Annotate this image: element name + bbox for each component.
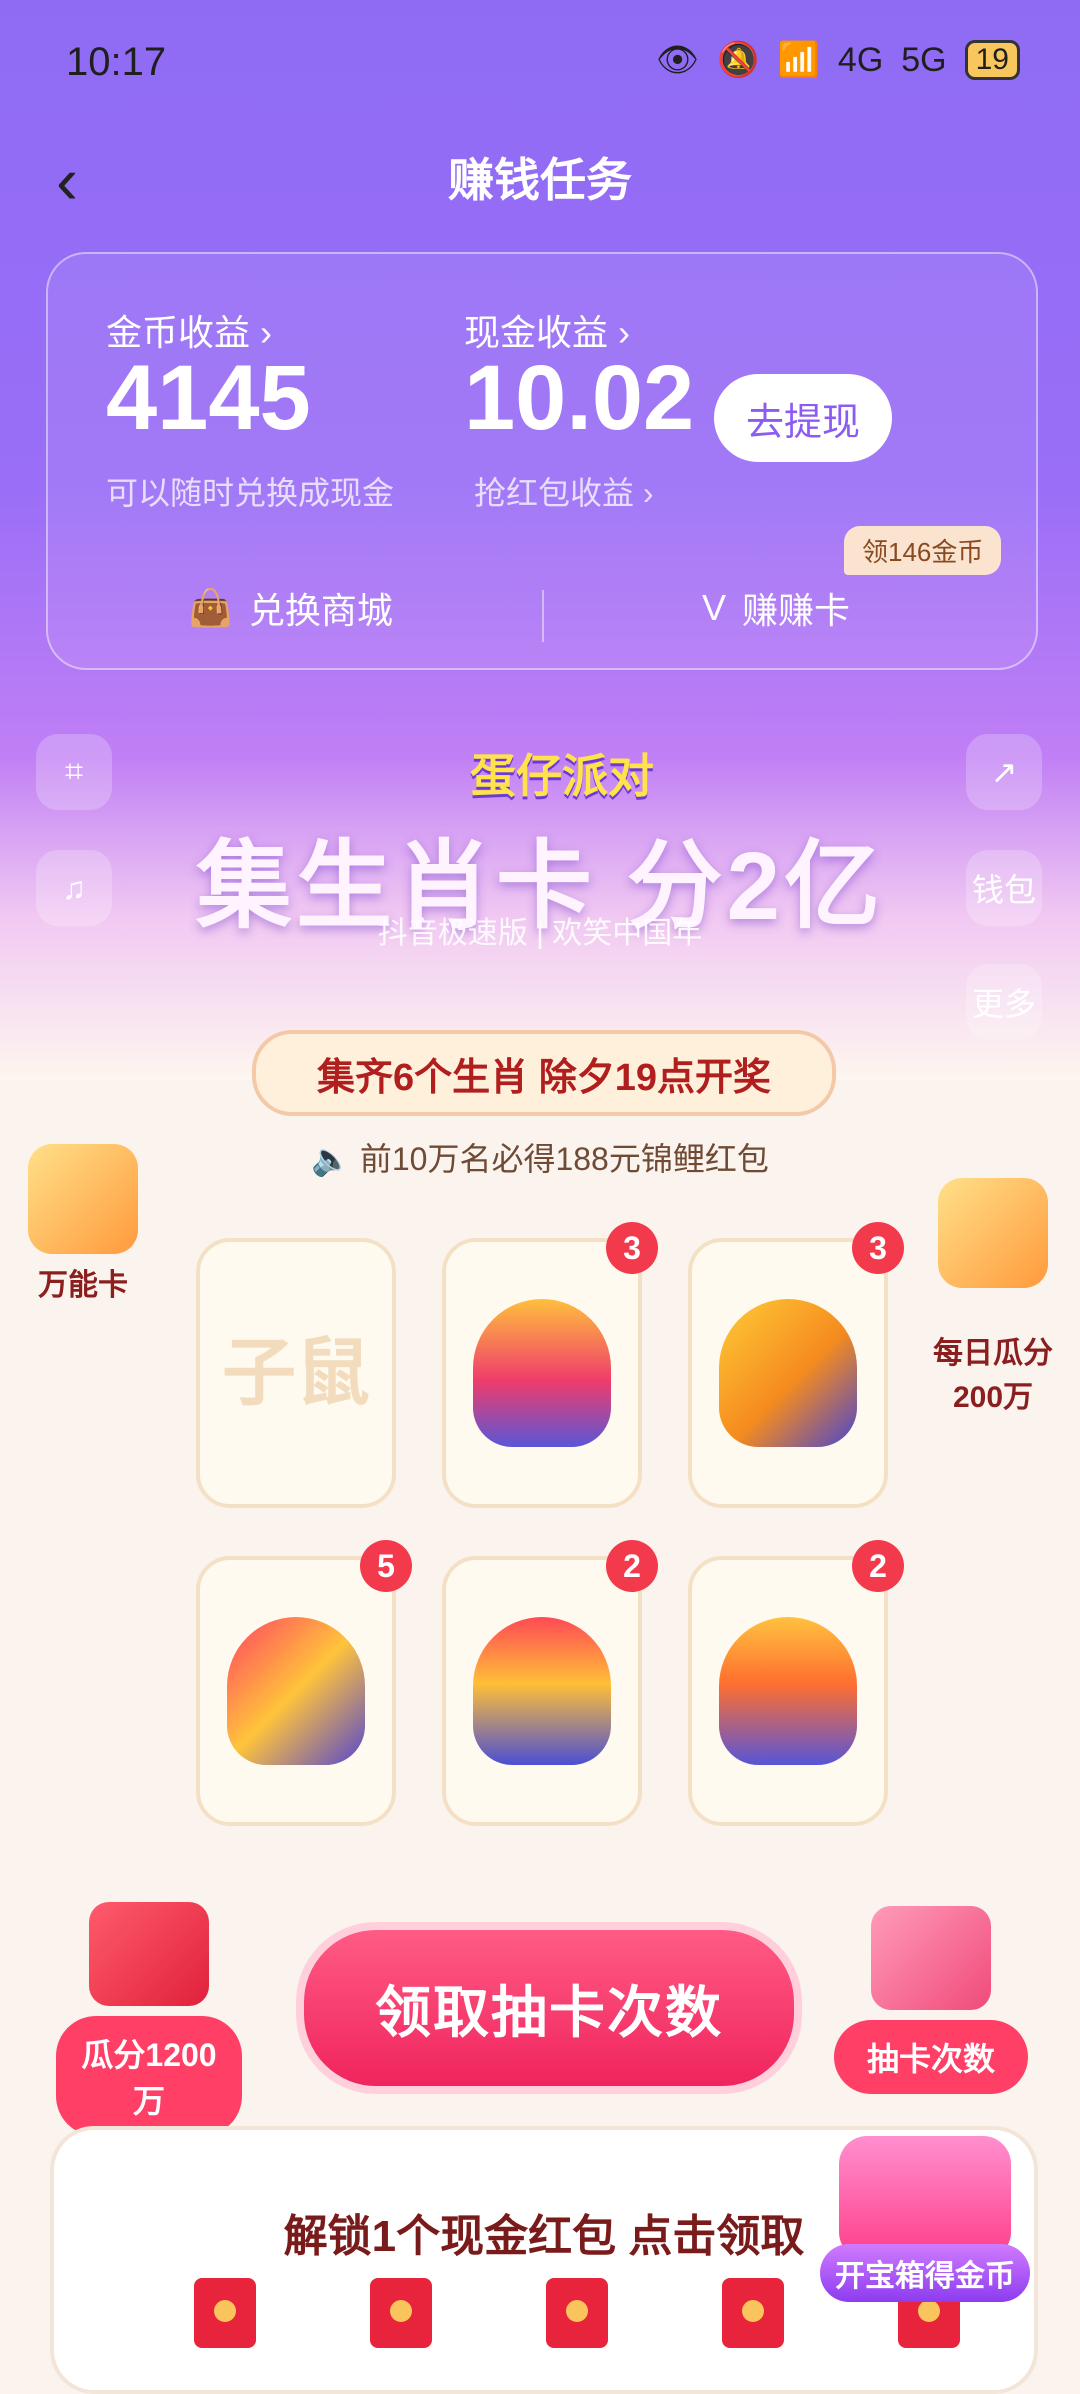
dragon-card-count: 2 bbox=[606, 1540, 658, 1592]
exchange-shop-button[interactable]: 👜 兑换商城 bbox=[188, 582, 393, 634]
ox-card-count: 3 bbox=[606, 1222, 658, 1274]
coin-reward-badge: 领146金币 bbox=[844, 526, 1002, 575]
page-header: ‹ 赚钱任务 bbox=[0, 140, 1080, 220]
eye-icon: 👁 bbox=[656, 41, 700, 79]
treasure-chest-icon bbox=[839, 2136, 1011, 2260]
snake-art bbox=[719, 1617, 857, 1765]
treasure-chest-button[interactable]: 开宝箱得金币 bbox=[820, 2136, 1030, 2302]
rabbit-card-count: 5 bbox=[360, 1540, 412, 1592]
share-icon[interactable]: ↗ bbox=[966, 734, 1042, 810]
universal-card-icon bbox=[28, 1144, 138, 1254]
page-title: 赚钱任务 bbox=[448, 154, 632, 206]
daily-prize-label: 每日瓜分 200万 bbox=[933, 1337, 1053, 1414]
reward-notice: 🔈 前10万名必得188元锦鲤红包 bbox=[0, 1134, 1080, 1180]
action-divider bbox=[542, 590, 544, 642]
dragon-art bbox=[473, 1617, 611, 1765]
tiger-art bbox=[719, 1299, 857, 1447]
ox-art bbox=[473, 1299, 611, 1447]
coin-earnings-value: 4145 bbox=[106, 347, 311, 449]
zodiac-card-tiger[interactable]: 3 bbox=[688, 1222, 904, 1508]
earn-card-button[interactable]: V 赚赚卡 bbox=[702, 582, 850, 634]
daily-prize[interactable]: 每日瓜分 200万 bbox=[930, 1144, 1056, 1416]
rat-card-label: 子鼠 bbox=[222, 1331, 370, 1414]
universal-card[interactable]: 万能卡 bbox=[28, 1144, 138, 1304]
draw-chances-label: 抽卡次数 bbox=[834, 2020, 1028, 2094]
red-envelope-4[interactable] bbox=[722, 2278, 784, 2348]
withdraw-button[interactable]: 去提现 bbox=[714, 374, 892, 462]
tiger-card-count: 3 bbox=[852, 1222, 904, 1274]
earn-card-label: 赚赚卡 bbox=[742, 590, 851, 631]
earnings-card: 金币收益 › 4145 可以随时兑换成现金 现金收益 › 10.02 抢红包收益… bbox=[46, 252, 1038, 670]
zodiac-card-snake[interactable]: 2 bbox=[688, 1540, 904, 1826]
status-icons: 👁 🔕 📶 4G 5G 19 bbox=[656, 40, 1020, 80]
earnings-actions: 👜 兑换商城 V 赚赚卡 领146金币 bbox=[48, 526, 1036, 650]
battery-indicator: 19 bbox=[964, 40, 1020, 80]
zodiac-card-rabbit[interactable]: 5 bbox=[196, 1540, 412, 1826]
speaker-icon: 🔈 bbox=[311, 1141, 351, 1177]
shopping-bag-icon: 👜 bbox=[188, 587, 233, 628]
red-envelope-1[interactable] bbox=[194, 2278, 256, 2348]
banner-logo: 蛋仔派对 bbox=[470, 750, 654, 802]
red-envelope-3[interactable] bbox=[546, 2278, 608, 2348]
zodiac-card-ox[interactable]: 3 bbox=[442, 1222, 658, 1508]
v-logo-icon: V bbox=[702, 587, 727, 628]
treasure-chest-label: 开宝箱得金币 bbox=[820, 2244, 1030, 2302]
cash-earnings-note[interactable]: 抢红包收益 › bbox=[474, 468, 654, 514]
split-reward-label: 瓜分1200万 bbox=[56, 2016, 242, 2136]
gift-box-icon bbox=[871, 1906, 991, 2010]
wifi-icon: 📶 bbox=[777, 41, 820, 79]
zodiac-card-dragon[interactable]: 2 bbox=[442, 1540, 658, 1826]
cash-earnings-value: 10.02 bbox=[464, 347, 695, 449]
split-reward-button[interactable]: 瓜分1200万 bbox=[56, 1902, 242, 2136]
dragon-prize-icon bbox=[938, 1178, 1048, 1288]
snake-card-count: 2 bbox=[852, 1540, 904, 1592]
scan-icon[interactable]: ⌗ bbox=[36, 734, 112, 810]
status-bar: 10:17 👁 🔕 📶 4G 5G 19 bbox=[66, 34, 1020, 94]
claim-draw-chances-button[interactable]: 领取抽卡次数 bbox=[296, 1922, 802, 2094]
signal-5g: 5G bbox=[901, 40, 947, 79]
reward-notice-text: 前10万名必得188元锦鲤红包 bbox=[359, 1141, 769, 1177]
zodiac-card-rat[interactable]: 子鼠 bbox=[196, 1238, 396, 1508]
red-envelope-icon bbox=[89, 1902, 209, 2006]
draw-time-ribbon: 集齐6个生肖 除夕19点开奖 bbox=[252, 1030, 836, 1116]
coin-earnings-note: 可以随时兑换成现金 bbox=[106, 475, 395, 511]
more-button[interactable]: 更多 bbox=[966, 964, 1042, 1040]
draw-chances-button[interactable]: 抽卡次数 bbox=[834, 1906, 1028, 2094]
rabbit-art bbox=[227, 1617, 365, 1765]
universal-card-label: 万能卡 bbox=[38, 1269, 128, 1302]
signal-4g: 4G bbox=[837, 40, 884, 79]
mute-icon: 🔕 bbox=[717, 41, 760, 79]
exchange-shop-label: 兑换商城 bbox=[248, 590, 393, 631]
red-envelope-2[interactable] bbox=[370, 2278, 432, 2348]
banner-subtitle: 抖音极速版 | 欢笑中国年 bbox=[377, 917, 703, 950]
status-time: 10:17 bbox=[66, 40, 167, 84]
